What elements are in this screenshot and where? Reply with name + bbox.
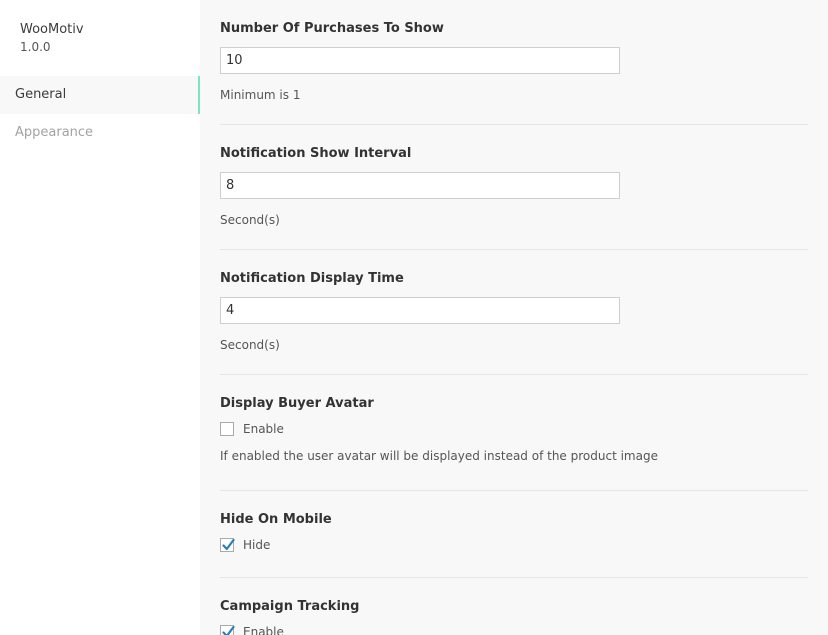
buyer-avatar-checkbox[interactable] — [220, 422, 234, 436]
purchases-setting: Number Of Purchases To Show Minimum is 1 — [220, 0, 808, 125]
interval-setting: Notification Show Interval Second(s) — [220, 125, 808, 250]
buyer-avatar-row: Enable — [220, 419, 808, 439]
campaign-tracking-label: Campaign Tracking — [220, 599, 360, 614]
campaign-tracking-checkbox-label: Enable — [243, 625, 284, 635]
purchases-input[interactable] — [220, 47, 620, 74]
check-icon — [222, 538, 235, 551]
hide-mobile-row: Hide — [220, 535, 808, 555]
settings-form: Number Of Purchases To Show Minimum is 1… — [200, 0, 828, 635]
hide-mobile-checkbox-label: Hide — [243, 538, 271, 552]
campaign-tracking-checkbox[interactable] — [220, 625, 235, 635]
purchases-hint: Minimum is 1 — [220, 88, 301, 102]
display-time-setting: Notification Display Time Second(s) — [220, 250, 808, 375]
sidebar-item-appearance[interactable]: Appearance — [0, 114, 200, 152]
buyer-avatar-setting: Display Buyer Avatar Enable If enabled t… — [220, 375, 808, 491]
display-time-input[interactable] — [220, 297, 620, 324]
brand-name: WooMotiv — [20, 22, 84, 37]
buyer-avatar-checkbox-label: Enable — [243, 422, 284, 436]
campaign-tracking-row: Enable — [220, 622, 808, 635]
buyer-avatar-hint: If enabled the user avatar will be displ… — [220, 449, 658, 463]
display-time-label: Notification Display Time — [220, 271, 404, 286]
hide-mobile-label: Hide On Mobile — [220, 512, 332, 527]
brand-version: 1.0.0 — [20, 40, 51, 54]
interval-label: Notification Show Interval — [220, 146, 412, 161]
sidebar: WooMotiv 1.0.0 General Appearance — [0, 0, 200, 635]
brand: WooMotiv 1.0.0 — [0, 0, 200, 54]
check-icon — [222, 625, 235, 635]
interval-hint: Second(s) — [220, 213, 280, 227]
sidebar-item-general[interactable]: General — [0, 76, 200, 114]
settings-app: WooMotiv 1.0.0 General Appearance Number… — [0, 0, 828, 635]
display-time-hint: Second(s) — [220, 338, 280, 352]
interval-input[interactable] — [220, 172, 620, 199]
campaign-tracking-setting: Campaign Tracking Enable — [220, 578, 808, 635]
hide-mobile-setting: Hide On Mobile Hide — [220, 491, 808, 578]
buyer-avatar-label: Display Buyer Avatar — [220, 396, 374, 411]
purchases-label: Number Of Purchases To Show — [220, 21, 444, 36]
hide-mobile-checkbox[interactable] — [220, 538, 235, 552]
